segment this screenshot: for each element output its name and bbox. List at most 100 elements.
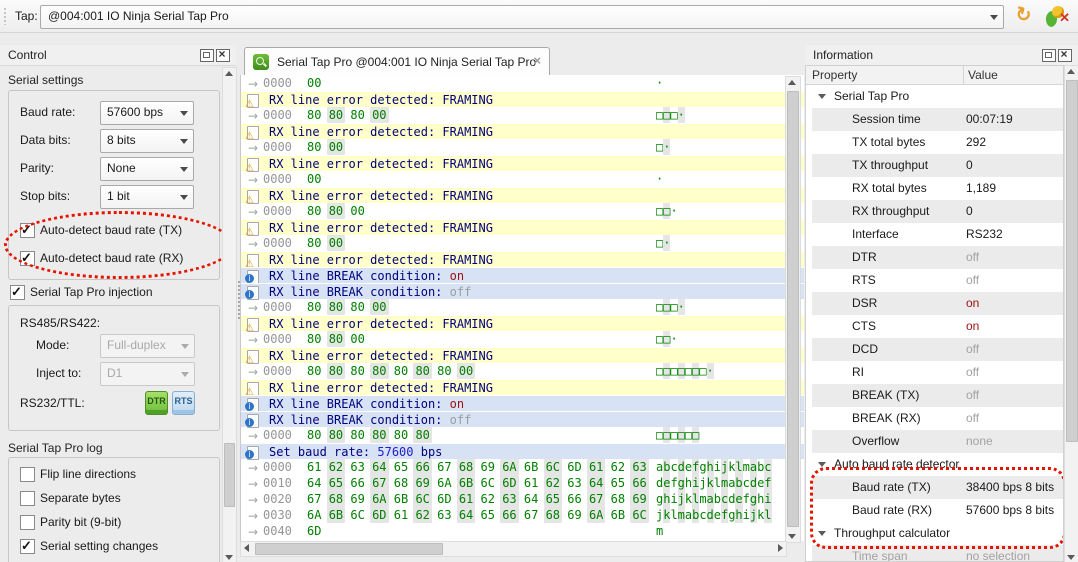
- control-scrollbar[interactable]: [222, 67, 237, 562]
- info-property-row[interactable]: Baud rate (RX)57600 bps 8 bits: [806, 499, 1063, 522]
- log-row[interactable]: →00206768696A6B6C6D616263646566676869ghi…: [241, 491, 804, 507]
- rts-button[interactable]: RTS: [172, 391, 195, 415]
- log-row[interactable]: ⚠RX line error detected: FRAMING: [241, 219, 804, 235]
- chevron-down-icon[interactable]: [175, 186, 193, 208]
- collapse-triangle-icon[interactable]: [818, 462, 826, 467]
- chevron-down-icon[interactable]: [175, 158, 193, 180]
- chevron-down-icon[interactable]: [985, 6, 1003, 28]
- log-row[interactable]: ⚠RX line error detected: FRAMING: [241, 347, 804, 363]
- info-property-row[interactable]: DCDoff: [806, 338, 1063, 361]
- scroll-up-icon[interactable]: [1065, 66, 1077, 78]
- chevron-down-icon[interactable]: [175, 130, 193, 152]
- parity-combobox[interactable]: None: [100, 157, 194, 181]
- control-scrollbar-thumb[interactable]: [224, 443, 235, 507]
- info-group-row[interactable]: Serial Tap Pro: [806, 85, 1063, 108]
- info-scrollbar-thumb[interactable]: [1066, 80, 1078, 442]
- close-icon[interactable]: [216, 49, 230, 62]
- collapse-triangle-icon[interactable]: [818, 94, 826, 99]
- scroll-up-icon[interactable]: [786, 77, 798, 89]
- scroll-down-icon[interactable]: [786, 530, 798, 542]
- log-row[interactable]: ⚠RX line error detected: FRAMING: [241, 155, 804, 171]
- log-row[interactable]: →000000·: [241, 171, 804, 187]
- log-option-checkbox[interactable]: [20, 539, 35, 554]
- info-property-row[interactable]: Overflownone: [806, 430, 1063, 453]
- log-row[interactable]: iRX line BREAK condition: on: [241, 395, 804, 411]
- info-property-row[interactable]: DSRon: [806, 292, 1063, 315]
- log-row[interactable]: iRX line BREAK condition: off: [241, 411, 804, 427]
- log-row[interactable]: →00306A6B6C6D6162636465666768696A6B6Cjkl…: [241, 507, 804, 523]
- log-hscrollbar-thumb[interactable]: [255, 543, 443, 555]
- log-row[interactable]: →00008080808080808000□□□□□□□·: [241, 363, 804, 379]
- ascii-text: ·: [656, 75, 663, 91]
- log-row[interactable]: iRX line BREAK condition: off: [241, 283, 804, 299]
- undock-icon[interactable]: [200, 49, 214, 62]
- injection-checkbox[interactable]: [10, 285, 25, 300]
- data-bits-combobox[interactable]: 8 bits: [100, 129, 194, 153]
- scroll-right-icon[interactable]: [774, 542, 786, 554]
- log-row[interactable]: →00106465666768696A6B6C6D616263646566def…: [241, 475, 804, 491]
- log-row[interactable]: ⚠RX line error detected: FRAMING: [241, 251, 804, 267]
- stop-bits-combobox[interactable]: 1 bit: [100, 185, 194, 209]
- autodetect-tx-checkbox[interactable]: [20, 223, 35, 238]
- log-row[interactable]: ⚠RX line error detected: FRAMING: [241, 315, 804, 331]
- info-property-row[interactable]: InterfaceRS232: [806, 223, 1063, 246]
- log-row[interactable]: ⚠RX line error detected: FRAMING: [241, 91, 804, 107]
- close-icon[interactable]: [1058, 49, 1072, 62]
- log-row[interactable]: ⚠RX line error detected: FRAMING: [241, 123, 804, 139]
- log-row[interactable]: →0000808080808080□□□□□□: [241, 427, 804, 443]
- log-row[interactable]: iRX line BREAK condition: on: [241, 267, 804, 283]
- info-property-row[interactable]: RX total bytes1,189: [806, 177, 1063, 200]
- info-property-row[interactable]: RX throughput0: [806, 200, 1063, 223]
- info-property-row[interactable]: Baud rate (TX)38400 bps 8 bits: [806, 476, 1063, 499]
- info-property-row[interactable]: CTSon: [806, 315, 1063, 338]
- log-row[interactable]: →00008000□·: [241, 139, 804, 155]
- scroll-down-icon[interactable]: [1065, 551, 1077, 562]
- log-option-checkbox[interactable]: [20, 491, 35, 506]
- log-vscrollbar[interactable]: [785, 76, 801, 543]
- log-option-checkbox[interactable]: [20, 515, 35, 530]
- collapse-triangle-icon[interactable]: [818, 531, 826, 536]
- toolbar-grip[interactable]: [3, 7, 7, 25]
- log-row[interactable]: →0000808000□□·: [241, 331, 804, 347]
- log-row[interactable]: →000000·: [241, 75, 804, 91]
- info-group-row[interactable]: Auto baud rate detector: [806, 453, 1063, 476]
- info-property-row[interactable]: RIoff: [806, 361, 1063, 384]
- info-property-row[interactable]: RTSoff: [806, 269, 1063, 292]
- scroll-up-icon[interactable]: [223, 68, 235, 80]
- log-row[interactable]: ⚠RX line error detected: FRAMING: [241, 379, 804, 395]
- autodetect-rx-checkbox[interactable]: [20, 251, 35, 266]
- info-group-row[interactable]: Throughput calculator: [806, 522, 1063, 545]
- log-vscrollbar-thumb[interactable]: [787, 91, 799, 527]
- dtr-button[interactable]: DTR: [145, 391, 168, 415]
- log-row[interactable]: →0000808000□□·: [241, 203, 804, 219]
- info-property-row[interactable]: BREAK (TX)off: [806, 384, 1063, 407]
- info-property-row[interactable]: BREAK (RX)off: [806, 407, 1063, 430]
- tab-serial-tap-pro[interactable]: Serial Tap Pro @004:001 IO Ninja Serial …: [244, 47, 550, 76]
- info-property-row[interactable]: Session time00:07:19: [806, 108, 1063, 131]
- info-scrollbar[interactable]: [1064, 65, 1078, 562]
- tap-combobox[interactable]: @004:001 IO Ninja Serial Tap Pro: [40, 5, 1004, 29]
- log-row[interactable]: →000080808000□□□·: [241, 107, 804, 123]
- info-property-row[interactable]: DTRoff: [806, 246, 1063, 269]
- chevron-down-icon[interactable]: [175, 102, 193, 124]
- bee-cross-icon[interactable]: ✕: [1044, 4, 1070, 28]
- baud-rate-combobox[interactable]: 57600 bps: [100, 101, 194, 125]
- log-row[interactable]: →00008000□·: [241, 235, 804, 251]
- log-row[interactable]: →000080808000□□□·: [241, 299, 804, 315]
- log-row[interactable]: iSet baud rate: 57600 bps: [241, 443, 804, 459]
- log-row[interactable]: →00006162636465666768696A6B6C6D616263abc…: [241, 459, 804, 475]
- log-view[interactable]: →000000·⚠RX line error detected: FRAMING…: [240, 75, 804, 541]
- scroll-left-icon[interactable]: [241, 542, 253, 554]
- info-property-row[interactable]: TX throughput0: [806, 154, 1063, 177]
- info-property-row[interactable]: Time spanno selection: [806, 545, 1063, 562]
- rx-arrow-icon: →: [244, 364, 258, 378]
- log-hscrollbar[interactable]: [240, 541, 787, 557]
- log-row[interactable]: ⚠RX line error detected: FRAMING: [241, 187, 804, 203]
- scroll-down-icon[interactable]: [223, 551, 235, 562]
- refresh-icon[interactable]: ↻: [1010, 3, 1037, 30]
- tab-close-icon[interactable]: ×: [533, 53, 541, 68]
- log-option-checkbox[interactable]: [20, 467, 35, 482]
- info-property-row[interactable]: TX total bytes292: [806, 131, 1063, 154]
- log-row[interactable]: →00406Dm: [241, 523, 804, 539]
- undock-icon[interactable]: [1042, 49, 1056, 62]
